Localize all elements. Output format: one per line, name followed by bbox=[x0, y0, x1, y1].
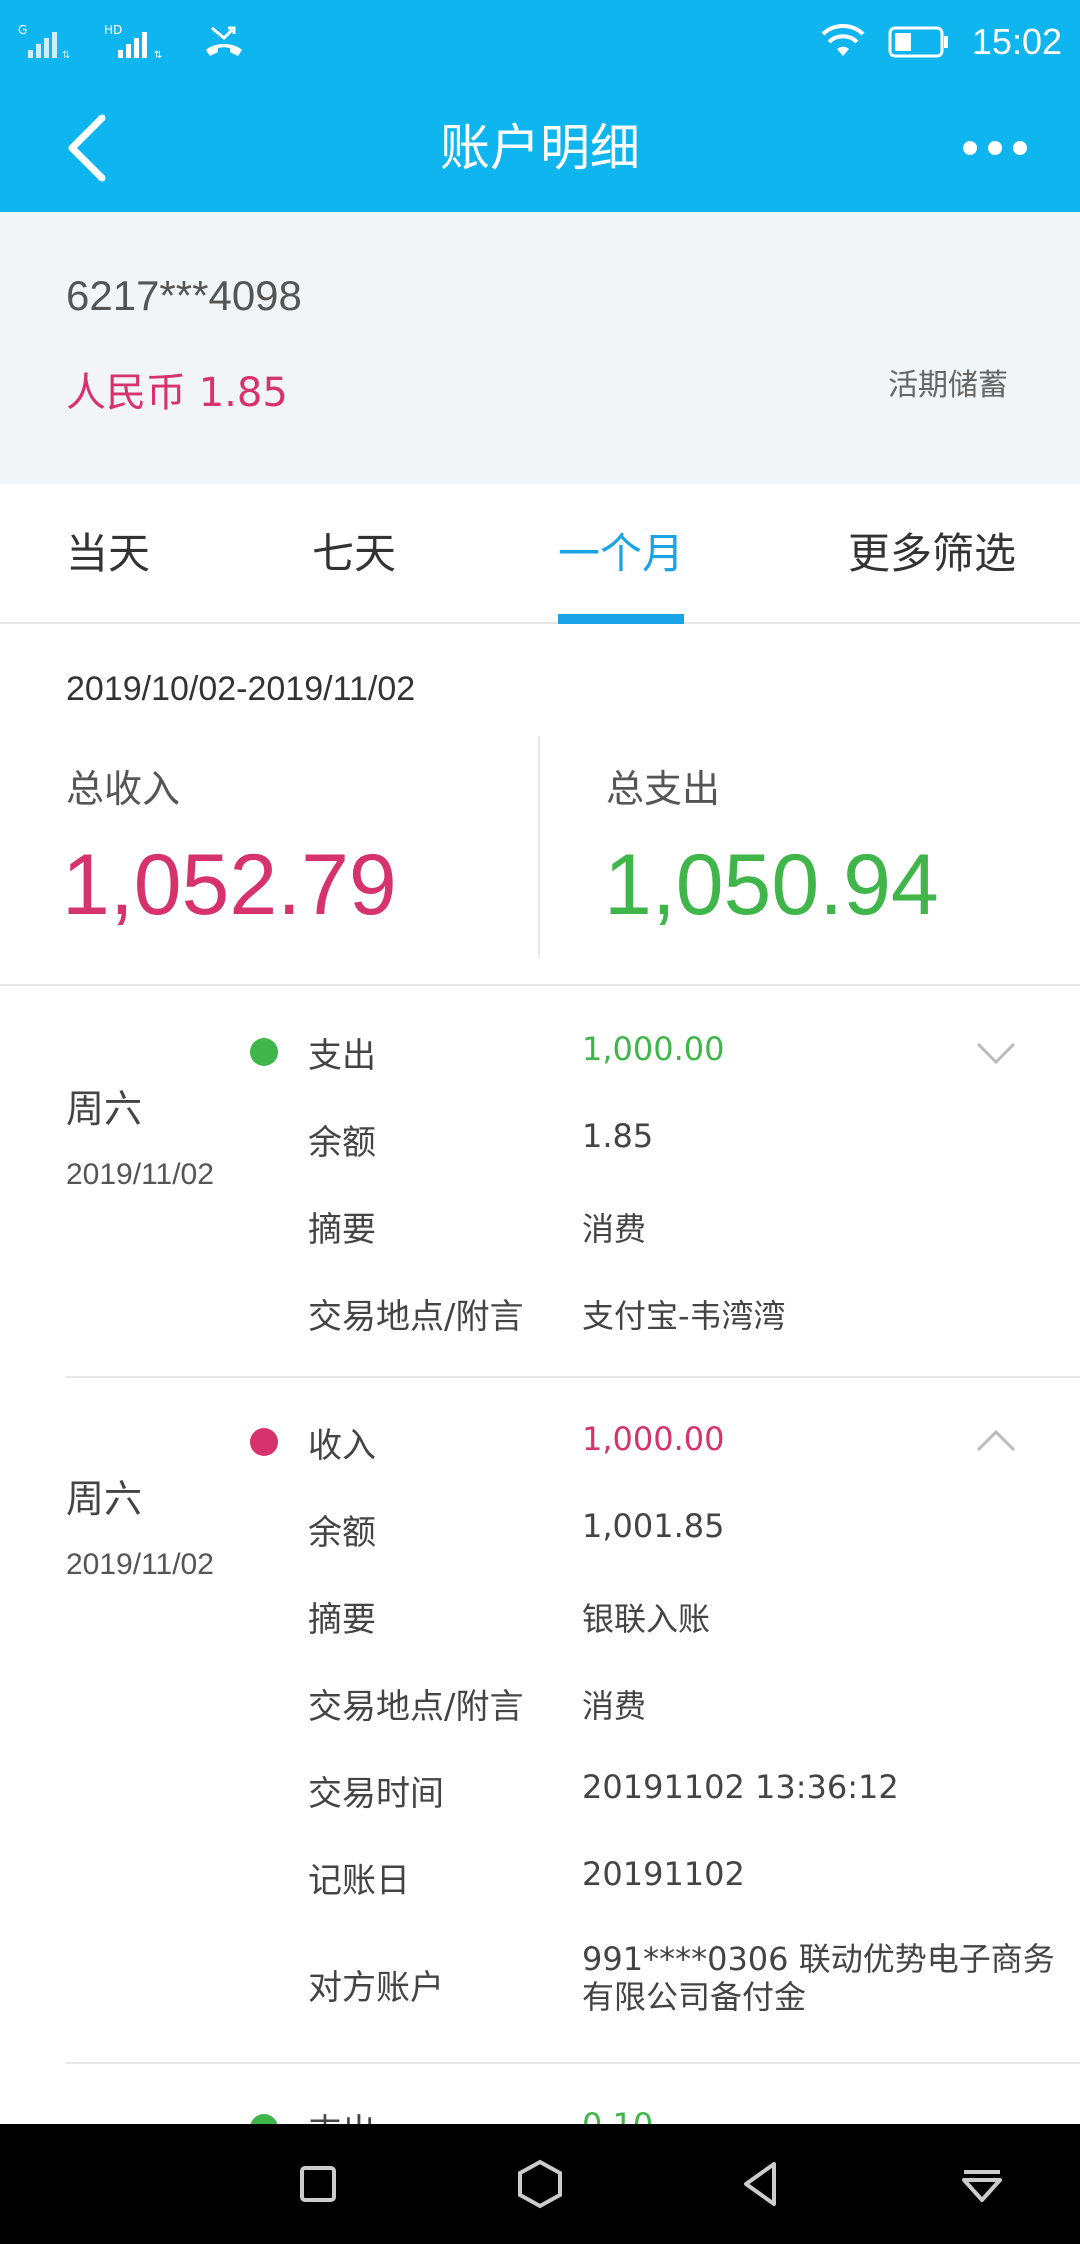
balance-value: 1.85 bbox=[582, 1117, 654, 1155]
tab-today[interactable]: 当天 bbox=[66, 484, 150, 624]
period-tabs: 当天 七天 一个月 更多筛选 bbox=[0, 484, 1080, 624]
expense-label: 总支出 bbox=[606, 767, 721, 811]
missed-call-icon bbox=[206, 26, 242, 56]
date-range: 2019/10/02-2019/11/02 bbox=[66, 670, 416, 708]
account-type: 活期储蓄 bbox=[888, 368, 1008, 403]
summary-label: 摘要 bbox=[308, 1600, 376, 1640]
account-balance: 人民币 1.85 bbox=[66, 370, 288, 416]
tab-seven-days[interactable]: 七天 bbox=[312, 484, 396, 624]
txn-amount: 1,000.00 bbox=[582, 1420, 725, 1458]
posting-date-label: 记账日 bbox=[308, 1861, 410, 1901]
txn-type-label: 收入 bbox=[308, 1426, 376, 1466]
location-label: 交易地点/附言 bbox=[308, 1687, 524, 1727]
counterparty-value: 991****0306 联动优势电子商务有限公司备付金 bbox=[582, 1940, 1055, 2016]
account-card: 6217***4098 人民币 1.85 活期储蓄 bbox=[0, 212, 1080, 484]
battery-icon bbox=[888, 26, 948, 58]
txn-amount: 0.10 bbox=[582, 2106, 653, 2124]
txn-type-label: 支出 bbox=[308, 1036, 376, 1076]
summary-label: 摘要 bbox=[308, 1210, 376, 1250]
expense-dot bbox=[250, 1038, 278, 1066]
more-button[interactable] bbox=[950, 108, 1040, 188]
transaction-item[interactable]: 支出 0.10 bbox=[0, 2064, 1080, 2124]
balance-value: 1,001.85 bbox=[582, 1507, 725, 1545]
txn-time-value: 20191102 13:36:12 bbox=[582, 1768, 899, 1806]
counterparty-label: 对方账户 bbox=[308, 1968, 444, 2008]
svg-text:⇅: ⇅ bbox=[62, 50, 70, 61]
recent-apps-icon[interactable] bbox=[288, 2154, 348, 2214]
summary-value: 消费 bbox=[582, 1210, 647, 1248]
status-bar: G ⇅ HD ⇅ 15:02 bbox=[0, 0, 1080, 84]
txn-weekday: 周六 bbox=[66, 1477, 143, 1521]
tab-more-filters[interactable]: 更多筛选 bbox=[848, 484, 1016, 624]
app-bar: 账户明细 bbox=[0, 84, 1080, 212]
back-nav-icon[interactable] bbox=[730, 2154, 790, 2214]
expense-dot bbox=[250, 2114, 278, 2124]
tab-indicator bbox=[558, 614, 684, 624]
tab-one-month[interactable]: 一个月 bbox=[558, 484, 684, 624]
svg-text:G: G bbox=[18, 23, 27, 37]
expense-total: 1,050.94 bbox=[604, 837, 939, 933]
balance-label: 余额 bbox=[308, 1513, 376, 1553]
signal-hd-icon: HD ⇅ bbox=[104, 23, 162, 61]
more-dots-icon bbox=[963, 141, 1027, 155]
income-total: 1,052.79 bbox=[62, 837, 397, 933]
home-icon[interactable] bbox=[510, 2154, 570, 2214]
location-value: 消费 bbox=[582, 1687, 647, 1725]
summary-divider bbox=[538, 736, 540, 958]
txn-weekday: 周六 bbox=[66, 1087, 143, 1131]
summary-value: 银联入账 bbox=[582, 1600, 711, 1638]
system-nav-bar bbox=[0, 2124, 1080, 2244]
page-title: 账户明细 bbox=[440, 119, 640, 177]
txn-time-label: 交易时间 bbox=[308, 1774, 444, 1814]
txn-date: 2019/11/02 bbox=[66, 1158, 214, 1191]
location-value: 支付宝-韦湾湾 bbox=[582, 1297, 786, 1335]
balance-label: 余额 bbox=[308, 1123, 376, 1163]
account-number: 6217***4098 bbox=[66, 272, 302, 319]
chevron-down-icon[interactable] bbox=[974, 1038, 1018, 1068]
txn-amount: 1,000.00 bbox=[582, 1030, 725, 1068]
status-time: 15:02 bbox=[971, 21, 1062, 62]
summary-section: 2019/10/02-2019/11/02 总收入 1,052.79 总支出 1… bbox=[0, 626, 1080, 986]
chevron-up-icon[interactable] bbox=[974, 1426, 1018, 1456]
svg-text:⇅: ⇅ bbox=[154, 50, 162, 61]
notification-pull-icon[interactable] bbox=[952, 2154, 1012, 2214]
svg-text:HD: HD bbox=[104, 23, 122, 37]
signal-icon: G ⇅ bbox=[18, 23, 70, 61]
transaction-item[interactable]: 周六 2019/11/02 收入 1,000.00 余额 1,001.85 摘要… bbox=[0, 1378, 1080, 2064]
wifi-icon bbox=[821, 24, 865, 56]
txn-type-label: 支出 bbox=[308, 2104, 376, 2124]
location-label: 交易地点/附言 bbox=[308, 1297, 524, 1337]
income-label: 总收入 bbox=[66, 767, 181, 811]
posting-date-value: 20191102 bbox=[582, 1855, 745, 1893]
transaction-item[interactable]: 周六 2019/11/02 支出 1,000.00 余额 1.85 摘要 消费 … bbox=[0, 988, 1080, 1378]
income-dot bbox=[250, 1428, 278, 1456]
txn-date: 2019/11/02 bbox=[66, 1548, 214, 1581]
